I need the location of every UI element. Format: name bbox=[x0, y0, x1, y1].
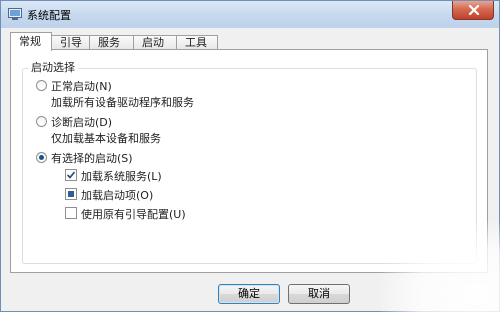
selective-startup-radio[interactable] bbox=[36, 152, 47, 163]
cancel-button[interactable]: 取消 bbox=[288, 284, 350, 304]
normal-startup-label[interactable]: 正常启动(N) bbox=[51, 78, 112, 94]
normal-startup-radio[interactable] bbox=[36, 80, 47, 91]
close-icon bbox=[468, 5, 480, 15]
system-config-window: 系统配置 常规 引导 服务 启动 工具 启动选择 正常启动(N) 加载所有设备驱… bbox=[0, 0, 500, 312]
startup-selection-label: 启动选择 bbox=[28, 59, 78, 75]
selective-startup-label[interactable]: 有选择的启动(S) bbox=[51, 150, 133, 166]
radio-selected-dot bbox=[39, 155, 44, 160]
use-original-boot-config-checkbox[interactable] bbox=[65, 207, 77, 219]
diagnostic-startup-description: 仅加载基本设备和服务 bbox=[51, 132, 161, 145]
tab-general[interactable]: 常规 bbox=[10, 32, 52, 51]
ok-button[interactable]: 确定 bbox=[218, 284, 280, 304]
load-startup-items-checkbox[interactable] bbox=[65, 188, 77, 200]
checkmark-icon bbox=[66, 171, 76, 179]
load-system-services-checkbox[interactable] bbox=[65, 169, 77, 181]
window-title: 系统配置 bbox=[27, 9, 71, 22]
tab-tools[interactable]: 工具 bbox=[176, 35, 218, 50]
app-icon bbox=[8, 8, 22, 20]
tab-services[interactable]: 服务 bbox=[89, 35, 134, 50]
diagnostic-startup-label[interactable]: 诊断启动(D) bbox=[51, 114, 112, 130]
tab-startup[interactable]: 启动 bbox=[133, 35, 177, 50]
load-system-services-label[interactable]: 加载系统服务(L) bbox=[81, 168, 162, 184]
use-original-boot-config-label[interactable]: 使用原有引导配置(U) bbox=[81, 206, 186, 222]
general-tab-panel: 启动选择 正常启动(N) 加载所有设备驱动程序和服务 诊断启动(D) 仅加载基本… bbox=[10, 49, 488, 273]
close-button[interactable] bbox=[452, 1, 494, 20]
tab-boot[interactable]: 引导 bbox=[51, 35, 90, 50]
load-startup-items-label[interactable]: 加载启动项(O) bbox=[81, 187, 153, 203]
title-bar[interactable]: 系统配置 bbox=[1, 1, 499, 28]
normal-startup-description: 加载所有设备驱动程序和服务 bbox=[51, 96, 194, 109]
diagnostic-startup-radio[interactable] bbox=[36, 116, 47, 127]
